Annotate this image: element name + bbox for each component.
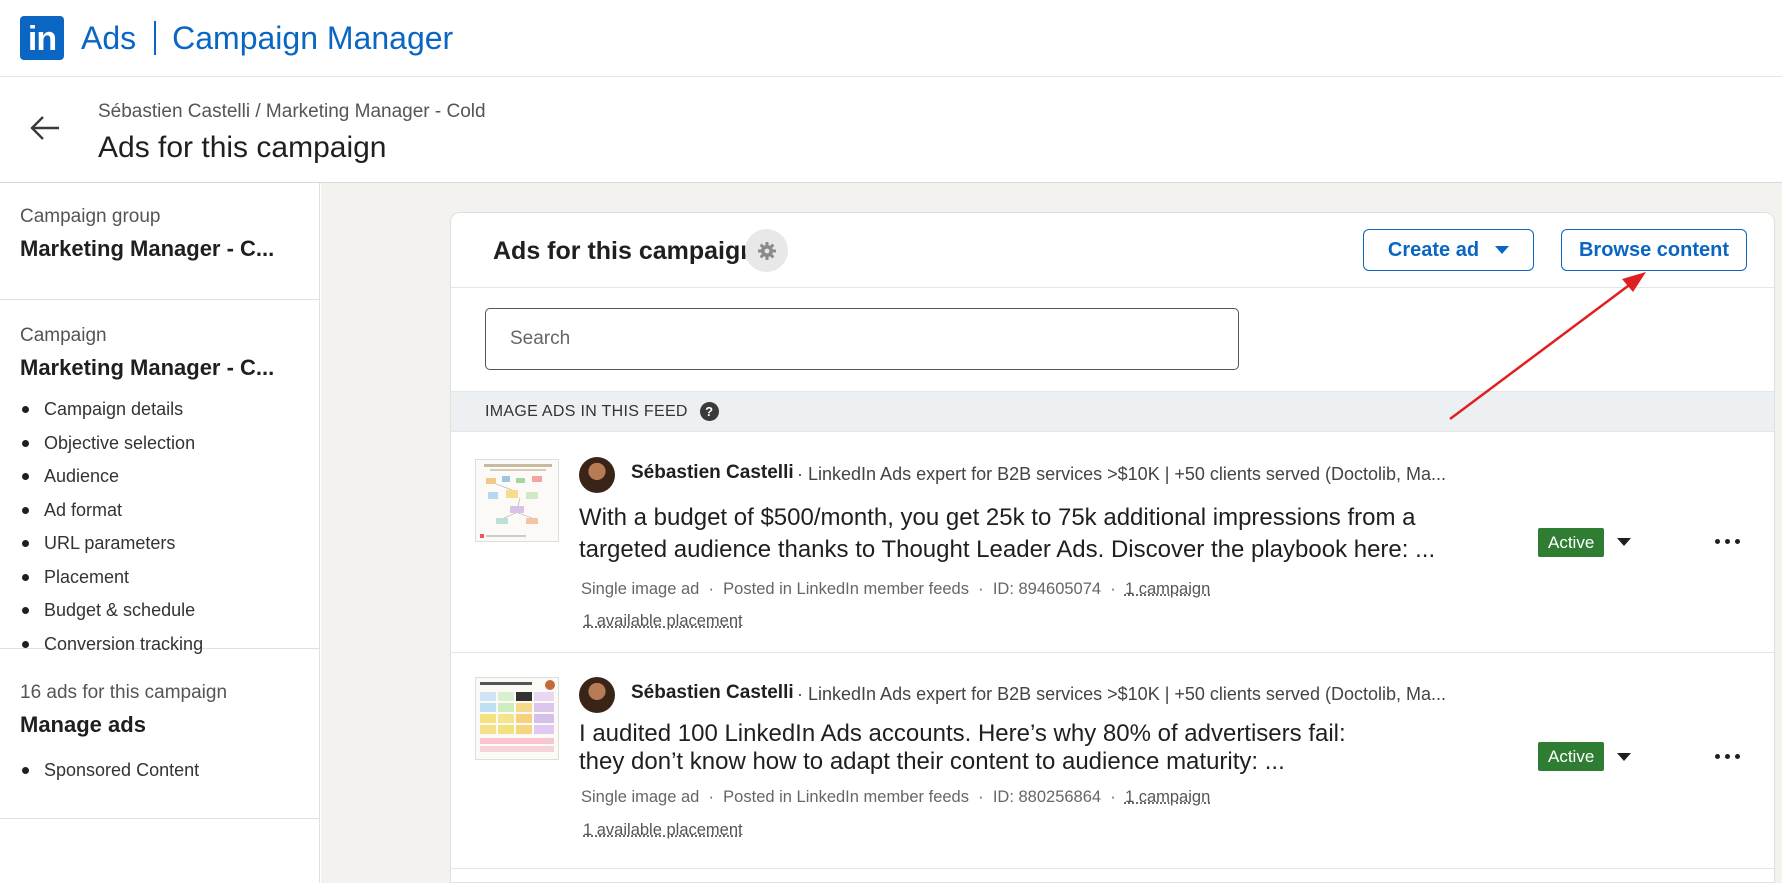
ad-posted-in: Posted in LinkedIn member feeds [723,580,969,598]
manage-ads-label[interactable]: Manage ads [20,712,299,738]
sidebar-item-budget-schedule[interactable]: Budget & schedule [20,594,299,628]
caret-down-icon[interactable] [1617,753,1631,761]
top-bar: in Ads Campaign Manager [0,0,1782,77]
campaign-value[interactable]: Marketing Manager - C... [20,355,299,381]
ad-campaigns-link[interactable]: 1 campaign [1125,580,1210,598]
campaign-group-value[interactable]: Marketing Manager - C... [20,236,299,262]
settings-button[interactable] [745,229,788,272]
ad-placement-link[interactable]: 1 available placement [583,821,743,840]
panel-title: Ads for this campaign [493,237,756,265]
dot [1724,753,1730,759]
sidebar-campaign-group: Campaign group Marketing Manager - C... [0,183,319,300]
ad-thumbnail-image[interactable] [475,677,559,760]
create-ad-label: Create ad [1387,238,1480,261]
more-options-button[interactable] [1709,741,1745,771]
ad-thumbnail-image[interactable] [475,459,559,542]
search-area [451,288,1774,392]
caret-down-icon [1495,246,1510,254]
sidebar-item-placement[interactable]: Placement [20,561,299,595]
ad-row[interactable]: Sébastien Castelli · LinkedIn Ads expert… [451,432,1774,653]
ad-posted-in: Posted in LinkedIn member feeds [723,788,969,806]
ad-format: Single image ad [581,580,700,598]
caret-down-icon[interactable] [1617,538,1631,546]
ad-text-line: targeted audience thanks to Thought Lead… [579,536,1436,563]
campaign-label: Campaign [20,325,107,346]
campaign-group-label: Campaign group [20,206,161,227]
status-badge[interactable]: Active [1538,528,1605,557]
sidebar-ads: 16 ads for this campaign Manage ads Spon… [0,649,319,819]
ad-row[interactable]: Sébastien Castelli · LinkedIn Ads expert… [451,653,1774,869]
search-input[interactable] [485,308,1239,370]
campaign-steps-list: Campaign details Objective selection Aud… [20,393,299,661]
ad-campaigns-link[interactable]: 1 campaign [1125,788,1210,806]
avatar[interactable] [579,457,615,493]
ad-text[interactable]: I audited 100 LinkedIn Ads accounts. Her… [579,720,1479,776]
page-header: Sébastien Castelli / Marketing Manager -… [0,77,1782,183]
ad-text-line: With a budget of $500/month, you get 25k… [579,504,1416,531]
brand-divider [154,21,157,55]
ad-meta: Single image ad · Posted in LinkedIn mem… [581,580,1211,598]
ads-panel: Ads for this campaign Create ad Browse c… [450,212,1775,883]
sidebar-item-ad-format[interactable]: Ad format [20,494,299,528]
create-ad-button[interactable]: Create ad [1363,229,1534,271]
question-icon[interactable]: ? [699,402,719,421]
brand-ads[interactable]: Ads [81,20,136,57]
brand-product-name[interactable]: Campaign Manager [172,20,453,57]
status-badge[interactable]: Active [1538,742,1605,771]
ads-count-label: 16 ads for this campaign [20,682,228,703]
arrow-left-icon[interactable] [28,111,62,145]
section-header: IMAGE ADS IN THIS FEED ? [451,392,1774,432]
ad-author-name[interactable]: Sébastien Castelli [631,682,794,704]
ad-id: ID: 894605074 [992,580,1102,598]
dot [1724,538,1730,544]
sidebar-item-campaign-details[interactable]: Campaign details [20,393,299,427]
dot [1734,753,1740,759]
sidebar-item-url-parameters[interactable]: URL parameters [20,527,299,561]
ad-placement-link[interactable]: 1 available placement [583,612,743,631]
sidebar-item-conversion-tracking[interactable]: Conversion tracking [20,628,299,662]
ad-text-line: I audited 100 LinkedIn Ads accounts. Her… [579,720,1346,747]
dot [1714,538,1720,544]
panel-header: Ads for this campaign Create ad Browse c… [451,213,1774,288]
gear-icon [757,241,776,260]
ad-text[interactable]: With a budget of $500/month, you get 25k… [579,502,1479,566]
ad-author-headline: · LinkedIn Ads expert for B2B services >… [797,464,1446,484]
sidebar-item-sponsored-content[interactable]: Sponsored Content [20,754,299,788]
ad-author-headline: · LinkedIn Ads expert for B2B services >… [797,684,1446,704]
section-title: IMAGE ADS IN THIS FEED [485,402,688,420]
ads-type-list: Sponsored Content [20,754,299,788]
ad-id: ID: 880256864 [992,788,1102,806]
more-options-button[interactable] [1709,526,1745,556]
dot [1714,753,1720,759]
page-title: Ads for this campaign [98,131,387,164]
browse-content-button[interactable]: Browse content [1561,229,1747,271]
sidebar-item-objective-selection[interactable]: Objective selection [20,427,299,461]
avatar[interactable] [579,677,615,713]
browse-content-label: Browse content [1578,238,1730,261]
ad-meta: Single image ad · Posted in LinkedIn mem… [581,788,1211,806]
sidebar-campaign: Campaign Marketing Manager - C... Campai… [0,300,319,654]
ad-format: Single image ad [581,788,700,806]
dot [1734,538,1740,544]
sidebar-item-audience[interactable]: Audience [20,460,299,494]
breadcrumb[interactable]: Sébastien Castelli / Marketing Manager -… [98,101,486,123]
linkedin-logo[interactable]: in [20,16,64,60]
sidebar: Campaign group Marketing Manager - C... … [0,183,320,883]
ad-author-name[interactable]: Sébastien Castelli [631,462,794,484]
ad-text-line: they don’t know how to adapt their conte… [579,748,1285,775]
